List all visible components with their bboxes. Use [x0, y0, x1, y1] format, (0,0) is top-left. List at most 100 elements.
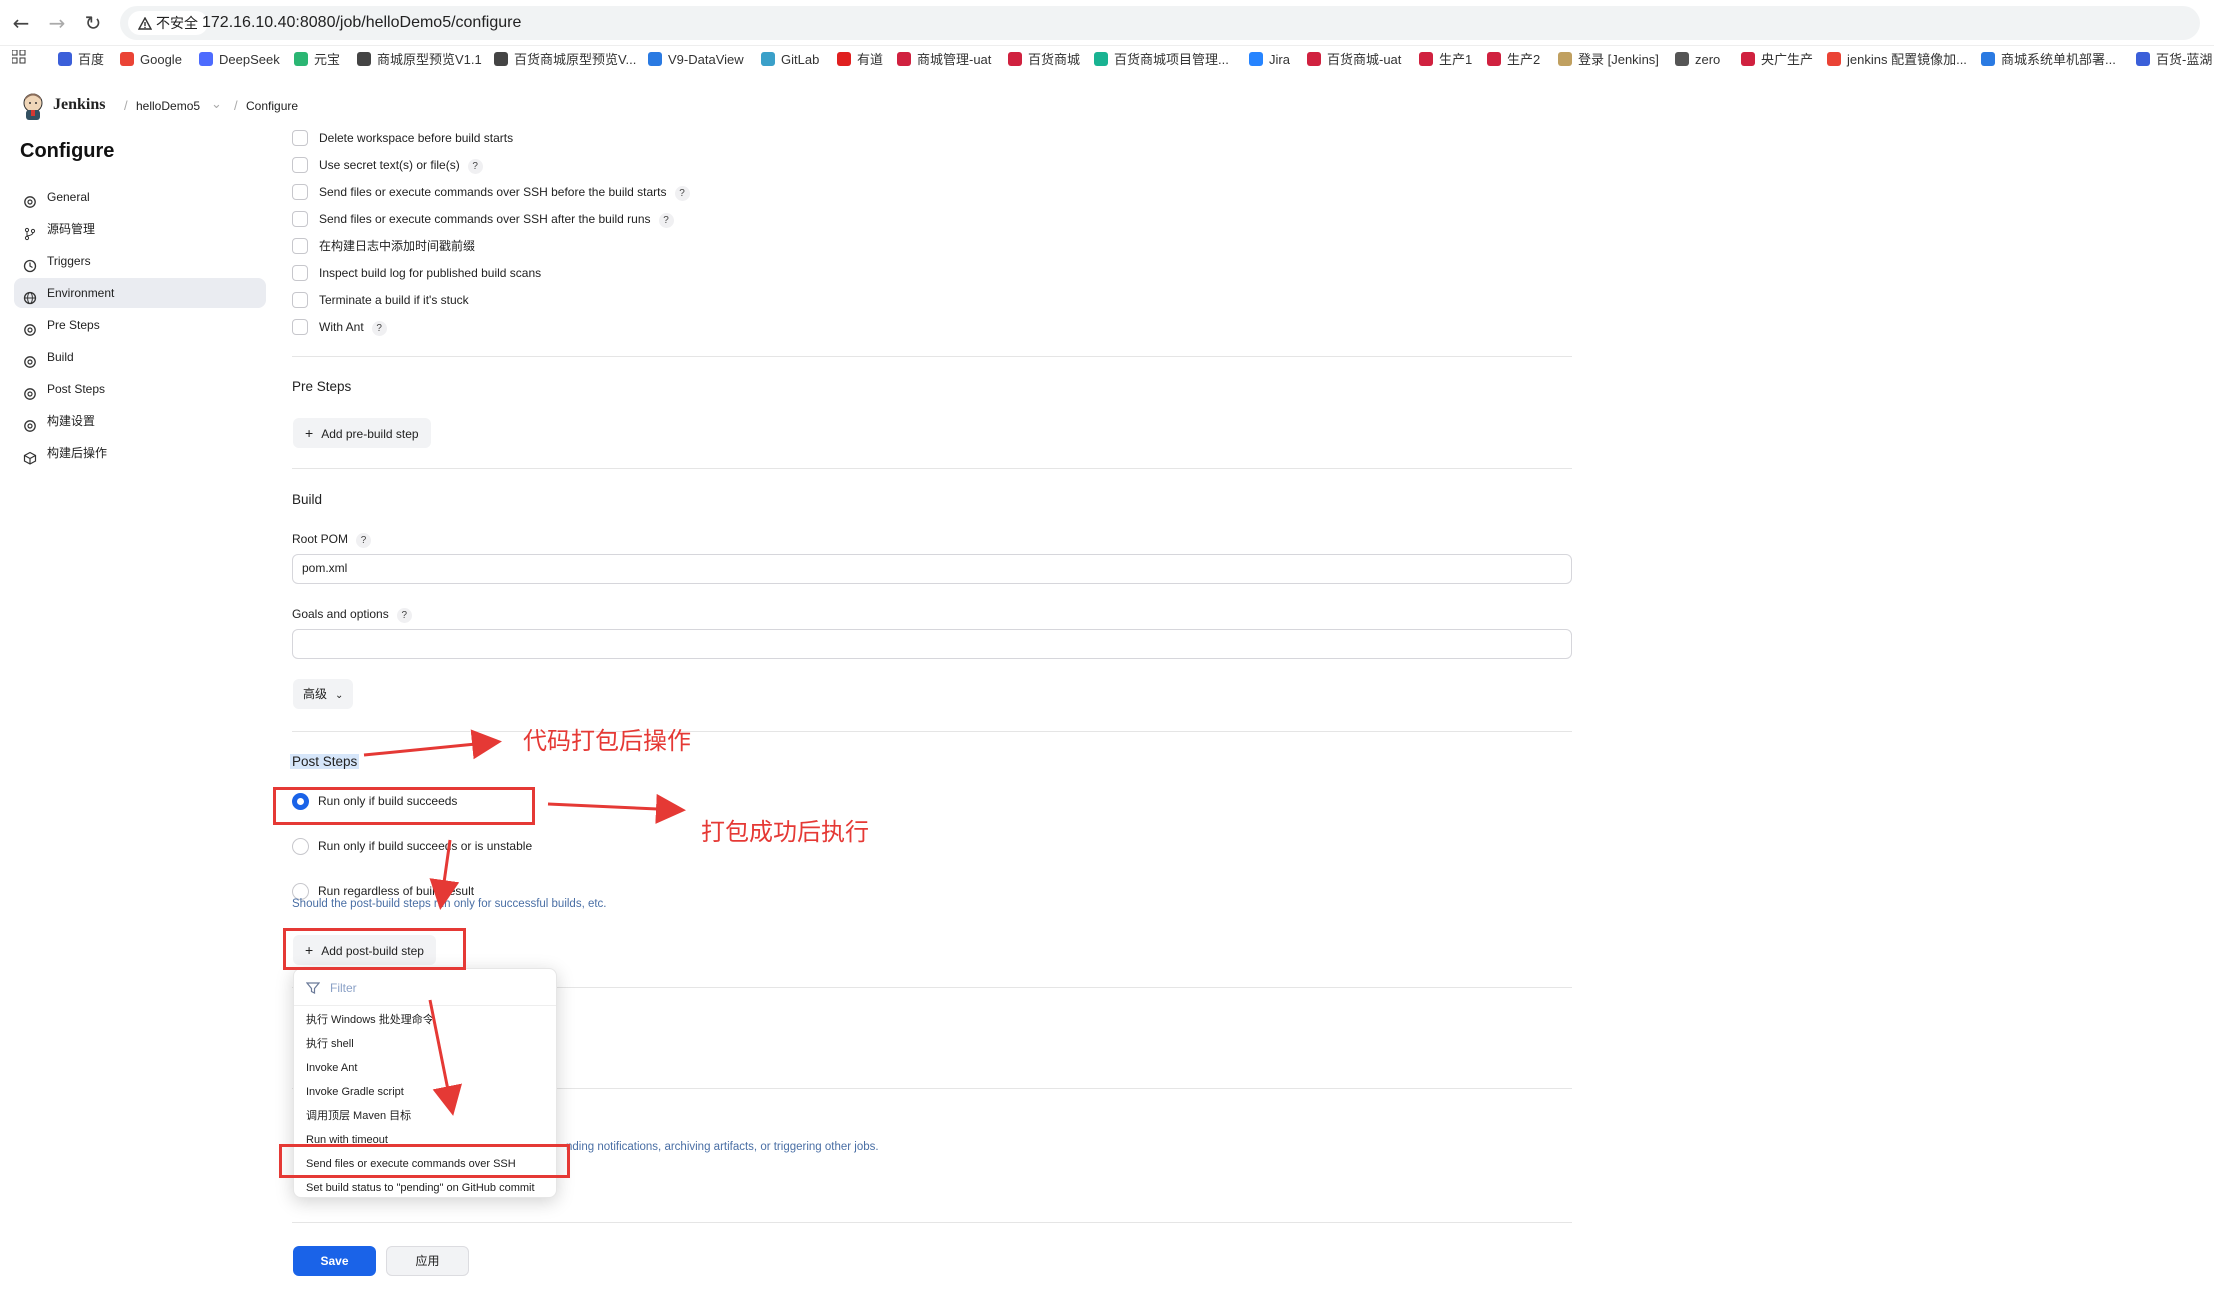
jenkins-brand[interactable]: Jenkins: [53, 96, 105, 114]
section-title-post-steps: Post Steps: [290, 754, 360, 769]
arrow-post-steps: [363, 729, 502, 760]
bookmark-item[interactable]: Jira: [1249, 50, 1290, 70]
bookmark-item[interactable]: 商城管理-uat: [897, 50, 991, 70]
checkbox[interactable]: [292, 238, 308, 254]
bookmark-favicon-icon: [1307, 52, 1321, 66]
dropdown-item[interactable]: 调用顶层 Maven 目标: [306, 1106, 411, 1126]
sidebar-item[interactable]: Pre Steps: [14, 310, 266, 340]
forward-icon[interactable]: →: [44, 10, 70, 36]
breadcrumb-separator: /: [234, 98, 238, 113]
bookmark-item[interactable]: 百度: [58, 50, 104, 70]
back-icon[interactable]: ←: [8, 10, 34, 36]
help-icon[interactable]: ?: [658, 213, 674, 228]
breadcrumb-job[interactable]: helloDemo5: [136, 99, 200, 113]
checkbox-label-text: Delete workspace before build starts: [319, 131, 514, 145]
checkbox[interactable]: [292, 319, 308, 335]
divider: [292, 468, 1572, 469]
dropdown-divider: [294, 1005, 556, 1006]
bookmark-favicon-icon: [1827, 52, 1841, 66]
help-icon[interactable]: ?: [674, 186, 690, 201]
bookmark-item[interactable]: 百货-蓝湖: [2136, 50, 2212, 70]
bookmark-favicon-icon: [494, 52, 508, 66]
breadcrumb-page[interactable]: Configure: [246, 99, 298, 113]
radio-button[interactable]: [292, 838, 309, 855]
bookmark-item[interactable]: 登录 [Jenkins]: [1558, 50, 1659, 70]
bookmark-item[interactable]: zero: [1675, 50, 1720, 70]
checkbox[interactable]: [292, 292, 308, 308]
sidebar-item[interactable]: 源码管理: [14, 214, 266, 244]
address-bar[interactable]: 不安全 172.16.10.40:8080/job/helloDemo5/con…: [120, 6, 2200, 40]
dropdown-item[interactable]: 执行 Windows 批处理命令: [306, 1010, 434, 1030]
advanced-button[interactable]: 高级 ⌄: [293, 679, 354, 709]
sidebar-item-label: 源码管理: [47, 222, 96, 236]
bookmark-item[interactable]: 百货商城原型预览V...: [494, 50, 636, 70]
bookmark-label: 生产1: [1439, 52, 1473, 67]
checkbox[interactable]: [292, 265, 308, 281]
post-steps-hint: Should the post-build steps run only for…: [292, 898, 607, 910]
bookmark-item[interactable]: DeepSeek: [199, 50, 280, 70]
chevron-down-icon: ⌄: [335, 690, 344, 701]
bookmark-item[interactable]: 商城原型预览V1.1: [357, 50, 482, 70]
checkbox[interactable]: [292, 157, 308, 173]
sidebar-item[interactable]: General: [14, 182, 266, 212]
sidebar-item[interactable]: Post Steps: [14, 374, 266, 404]
bookmark-item[interactable]: 元宝: [294, 50, 340, 70]
sidebar-item-label: 构建设置: [47, 414, 96, 428]
bookmark-favicon-icon: [1558, 52, 1572, 66]
bookmark-item[interactable]: 生产1: [1419, 50, 1472, 70]
bookmark-item[interactable]: GitLab: [761, 50, 819, 70]
help-icon[interactable]: ?: [396, 608, 412, 623]
reload-icon[interactable]: ↻: [80, 10, 106, 36]
sidebar-item[interactable]: Triggers: [14, 246, 266, 276]
bookmark-item[interactable]: jenkins 配置镜像加...: [1827, 50, 1967, 70]
bookmark-item[interactable]: 百货商城: [1008, 50, 1080, 70]
sidebar-item-label: Environment: [47, 286, 115, 300]
help-icon[interactable]: ?: [371, 321, 387, 336]
dropdown-item[interactable]: Set build status to "pending" on GitHub …: [306, 1178, 535, 1198]
apply-button[interactable]: 应用: [386, 1246, 469, 1276]
checkbox[interactable]: [292, 130, 308, 146]
apps-grid-icon[interactable]: [11, 49, 26, 70]
bookmark-item[interactable]: 央广生产: [1741, 50, 1813, 70]
bookmark-item[interactable]: Google: [120, 50, 182, 70]
bookmark-item[interactable]: 商城系统单机部署...: [1981, 50, 2116, 70]
checkbox-label-text: With Ant: [319, 320, 364, 334]
security-indicator[interactable]: 不安全: [128, 11, 208, 35]
checkbox[interactable]: [292, 211, 308, 227]
sidebar-item-label: Triggers: [47, 254, 91, 268]
bookmark-favicon-icon: [357, 52, 371, 66]
goals-input[interactable]: [292, 629, 1572, 659]
dropdown-item[interactable]: Invoke Ant: [306, 1058, 357, 1078]
dropdown-item[interactable]: 执行 shell: [306, 1034, 354, 1054]
sidebar-item[interactable]: 构建后操作: [14, 438, 266, 468]
clock-icon: [23, 254, 37, 273]
checkbox[interactable]: [292, 184, 308, 200]
divider: [292, 356, 1572, 357]
help-icon[interactable]: ?: [356, 533, 372, 548]
bookmark-label: zero: [1695, 52, 1721, 67]
bookmark-item[interactable]: 生产2: [1487, 50, 1540, 70]
bookmark-item[interactable]: 百货商城-uat: [1307, 50, 1401, 70]
dropdown-item[interactable]: Invoke Gradle script: [306, 1082, 404, 1102]
annotation-box-radio: [273, 787, 535, 825]
section-title-build: Build: [292, 492, 323, 507]
sidebar-item[interactable]: Build: [14, 342, 266, 372]
sidebar-item[interactable]: Environment: [14, 278, 266, 308]
bookmark-label: V9-DataView: [668, 52, 744, 67]
sidebar-item[interactable]: 构建设置: [14, 406, 266, 436]
bookmark-item[interactable]: 百货商城项目管理...: [1094, 50, 1229, 70]
root-pom-label: Root POM?: [292, 532, 372, 548]
jenkins-logo-icon[interactable]: [20, 92, 46, 120]
save-button[interactable]: Save: [293, 1246, 376, 1276]
dropdown-filter[interactable]: Filter: [306, 975, 546, 1001]
root-pom-input[interactable]: pom.xml: [292, 554, 1572, 584]
bookmark-item[interactable]: V9-DataView: [648, 50, 744, 70]
add-pre-build-step-button[interactable]: + Add pre-build step: [293, 418, 431, 448]
cube-icon: [23, 446, 37, 465]
bookmark-label: 百货商城: [1028, 52, 1081, 67]
bookmark-item[interactable]: 有道: [837, 50, 883, 70]
help-icon[interactable]: ?: [467, 159, 483, 174]
checkbox-label: Send files or execute commands over SSH …: [319, 210, 674, 228]
chevron-down-icon[interactable]: ⌄: [211, 96, 222, 112]
bookmark-favicon-icon: [1419, 52, 1433, 66]
